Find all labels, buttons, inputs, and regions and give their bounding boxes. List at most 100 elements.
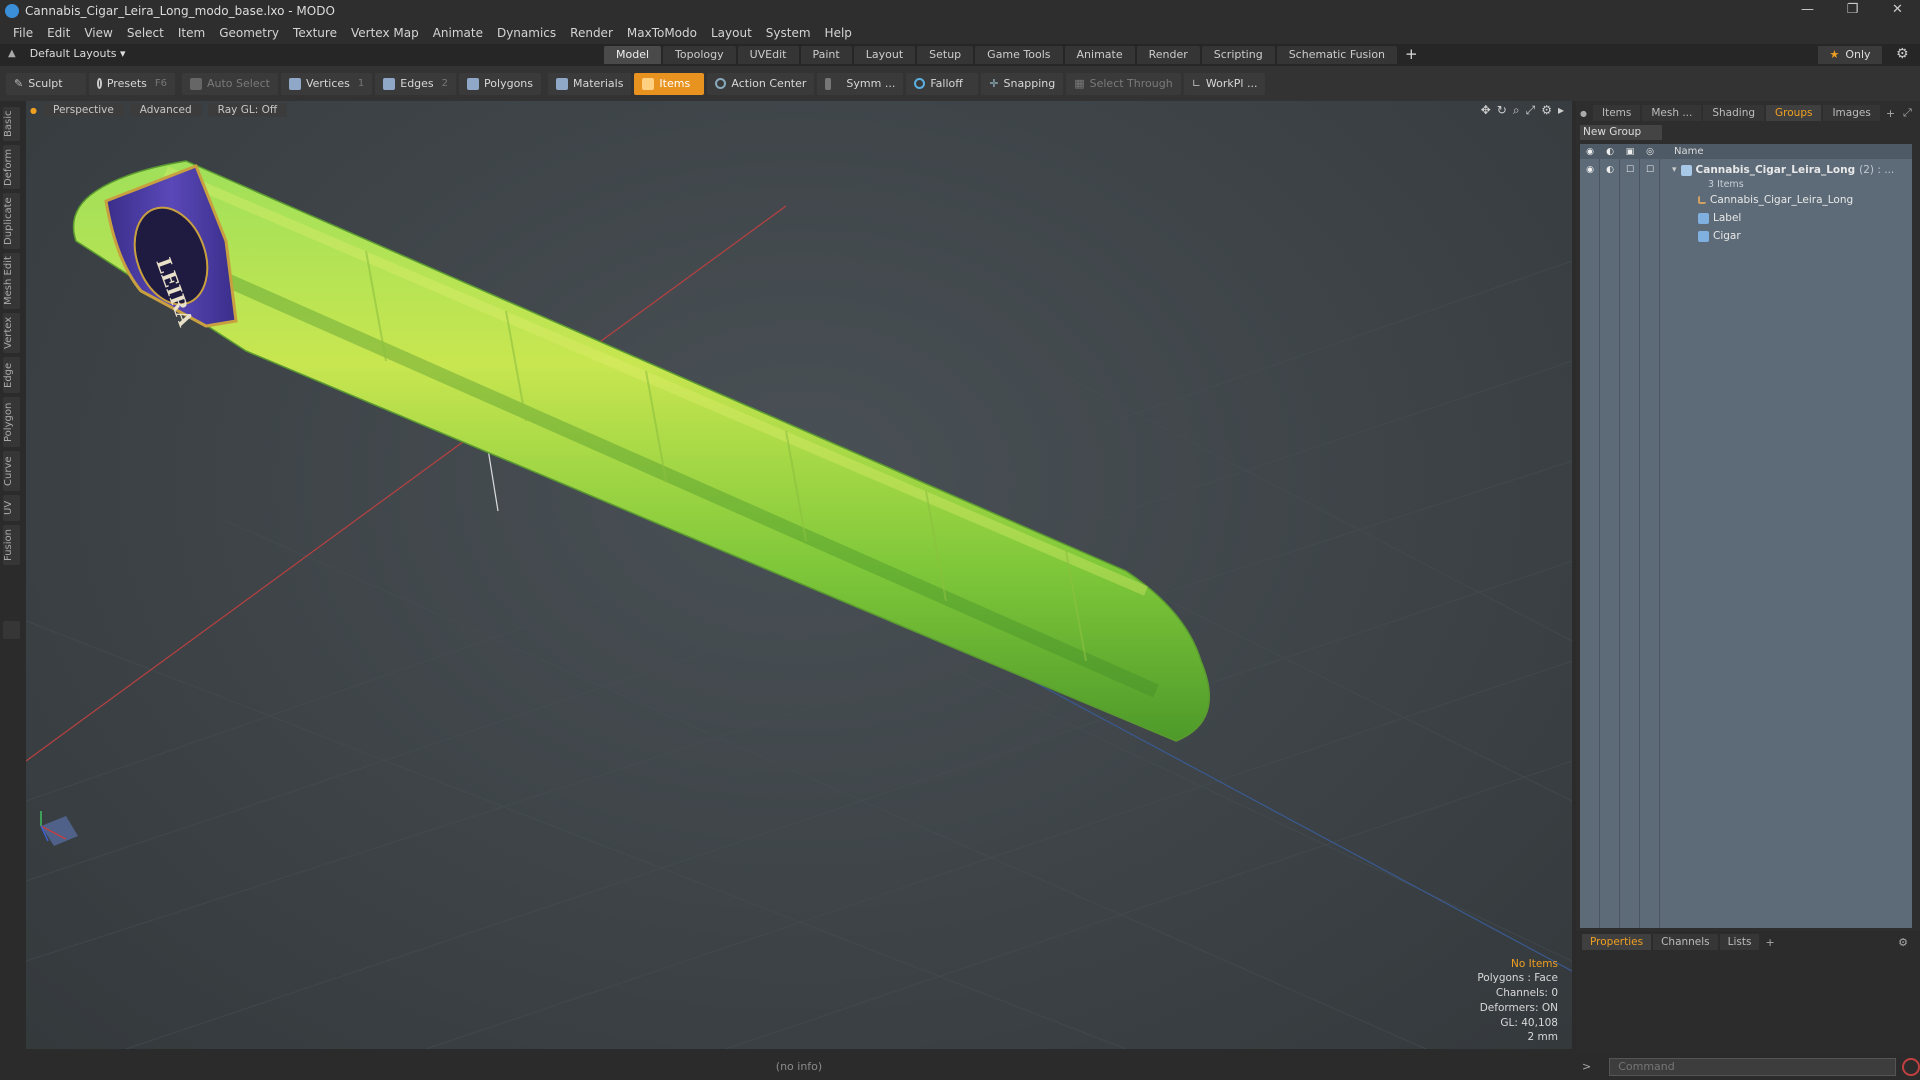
command-input[interactable] [1609,1057,1897,1076]
edges-button[interactable]: Edges 2 [375,72,457,95]
workplane-button[interactable]: ∟ WorkPl ... [1183,72,1266,95]
collapse-icon[interactable]: ▾ [1672,165,1677,175]
viewport-settings-icon[interactable]: ⚙ [1541,103,1552,118]
menu-layout[interactable]: Layout [704,26,759,40]
group-row[interactable]: ◉ ◐ ☐ ☐ ▾ Cannabis_Cigar_Leira_Long (2) … [1580,162,1912,178]
view-type-button[interactable]: Perspective [42,103,124,117]
tab-scripting[interactable]: Scripting [1201,46,1275,64]
eye-icon[interactable]: ◉ [1580,165,1600,175]
name-column-header[interactable]: Name [1674,146,1704,157]
tab-lists[interactable]: Lists [1719,934,1760,950]
tab-paint[interactable]: Paint [800,46,852,64]
materials-button[interactable]: Materials [548,72,632,95]
symmetry-button[interactable]: Symm ... [817,72,904,95]
sculpt-button[interactable]: ✎ Sculpt [6,72,86,95]
falloff-button[interactable]: Falloff [906,72,979,95]
lock-toggle[interactable]: ☐ [1620,165,1640,175]
new-group-button[interactable]: New Group [1580,125,1662,140]
action-center-button[interactable]: Action Center [707,72,815,95]
restore-button[interactable]: ❐ [1830,0,1875,21]
snapping-button[interactable]: ✛ Snapping [981,72,1064,95]
tab-setup[interactable]: Setup [917,46,974,64]
menu-view[interactable]: View [77,26,119,40]
tab-deform[interactable]: Deform [3,145,20,189]
tab-mesh-edit[interactable]: Mesh Edit [3,253,20,309]
lock-col-icon[interactable]: ▣ [1620,147,1640,157]
3d-viewport[interactable]: LEIRA ● Perspective Advanced Ray GL: Off… [26,101,1572,1049]
tab-curve[interactable]: Curve [3,451,20,491]
record-icon[interactable] [1902,1057,1920,1076]
menu-dynamics[interactable]: Dynamics [490,26,563,40]
add-tab-icon[interactable]: + [1399,46,1424,64]
gear-icon[interactable]: ⚙ [1896,46,1909,62]
tab-animate[interactable]: Animate [1064,46,1135,64]
tab-images[interactable]: Images [1823,105,1880,121]
add-tab-icon[interactable]: + [1765,936,1774,949]
polygons-button[interactable]: Polygons [459,72,541,95]
raygl-button[interactable]: Ray GL: Off [207,103,288,117]
presets-button[interactable]: Presets F6 [89,72,175,95]
tab-channels[interactable]: Channels [1653,934,1718,950]
viewport-scene[interactable]: LEIRA [26,101,1572,1049]
tab-uvedit[interactable]: UVEdit [737,46,799,64]
zoom-icon[interactable]: ⌕ [1513,103,1520,118]
panel-menu-dot[interactable]: ● [1580,109,1587,118]
layouts-dropdown[interactable]: ▲ Default Layouts ▾ [8,47,126,60]
auto-select-button[interactable]: Auto Select [182,72,278,95]
expand-panel-icon[interactable] [3,621,20,639]
tab-shading[interactable]: Shading [1703,105,1765,121]
menu-item[interactable]: Item [171,26,212,40]
layout-arrow-icon[interactable]: ▲ [8,48,16,59]
cigar-mesh[interactable]: LEIRA [72,160,1211,742]
pan-icon[interactable]: ✥ [1481,103,1491,118]
list-item[interactable]: Cannabis_Cigar_Leira_Long [1580,191,1912,209]
render-icon[interactable]: ◐ [1600,165,1620,175]
vertices-button[interactable]: Vertices 1 [280,72,373,95]
list-item[interactable]: Label [1580,209,1912,227]
menu-texture[interactable]: Texture [286,26,344,40]
properties-gear-icon[interactable]: ⚙ [1898,936,1908,949]
tab-duplicate[interactable]: Duplicate [3,193,20,249]
select-toggle[interactable]: ☐ [1640,165,1660,175]
menu-animate[interactable]: Animate [426,26,490,40]
menu-render[interactable]: Render [563,26,620,40]
fit-icon[interactable]: ⤢ [1526,103,1536,118]
tab-vertex[interactable]: Vertex [3,313,20,353]
menu-system[interactable]: System [759,26,818,40]
tab-model[interactable]: Model [604,46,662,64]
menu-maxtomodo[interactable]: MaxToModo [620,26,704,40]
shading-button[interactable]: Advanced [129,103,202,117]
tab-edge[interactable]: Edge [3,357,20,393]
tab-fusion[interactable]: Fusion [3,525,20,565]
menu-geometry[interactable]: Geometry [212,26,286,40]
tab-game-tools[interactable]: Game Tools [975,46,1063,64]
menu-file[interactable]: File [6,26,40,40]
tab-items[interactable]: Items [1592,105,1641,121]
viewport-menu-dot[interactable]: ● [30,106,37,115]
visibility-col-icon[interactable]: ◉ [1580,147,1600,157]
close-button[interactable]: ✕ [1875,0,1920,21]
tab-polygon[interactable]: Polygon [3,397,20,447]
menu-edit[interactable]: Edit [40,26,77,40]
only-button[interactable]: ★ Only [1818,46,1882,64]
list-item[interactable]: Cigar [1580,227,1912,245]
rotate-icon[interactable]: ↻ [1497,103,1507,118]
select-through-button[interactable]: ▦ Select Through [1066,72,1181,95]
expand-arrow-icon[interactable]: ▸ [1558,103,1564,118]
tab-properties[interactable]: Properties [1582,934,1652,950]
menu-vertex-map[interactable]: Vertex Map [344,26,426,40]
tab-render[interactable]: Render [1136,46,1200,64]
tab-uv[interactable]: UV [3,495,20,521]
maximize-panel-icon[interactable]: ⤢ [1903,106,1912,120]
groups-list[interactable]: ◉ ◐ ▣ ◎ Name ◉ ◐ ☐ ☐ ▾ Cannabis_Cigar_Le… [1580,144,1912,928]
tab-layout[interactable]: Layout [853,46,916,64]
tab-groups[interactable]: Groups [1766,105,1822,121]
tab-schematic-fusion[interactable]: Schematic Fusion [1276,46,1398,64]
minimize-button[interactable]: — [1785,0,1830,21]
menu-help[interactable]: Help [818,26,859,40]
menu-select[interactable]: Select [120,26,171,40]
select-col-icon[interactable]: ◎ [1640,147,1660,157]
tab-mesh[interactable]: Mesh ... [1642,105,1702,121]
tab-basic[interactable]: Basic [3,107,20,141]
items-button[interactable]: Items [634,72,705,95]
